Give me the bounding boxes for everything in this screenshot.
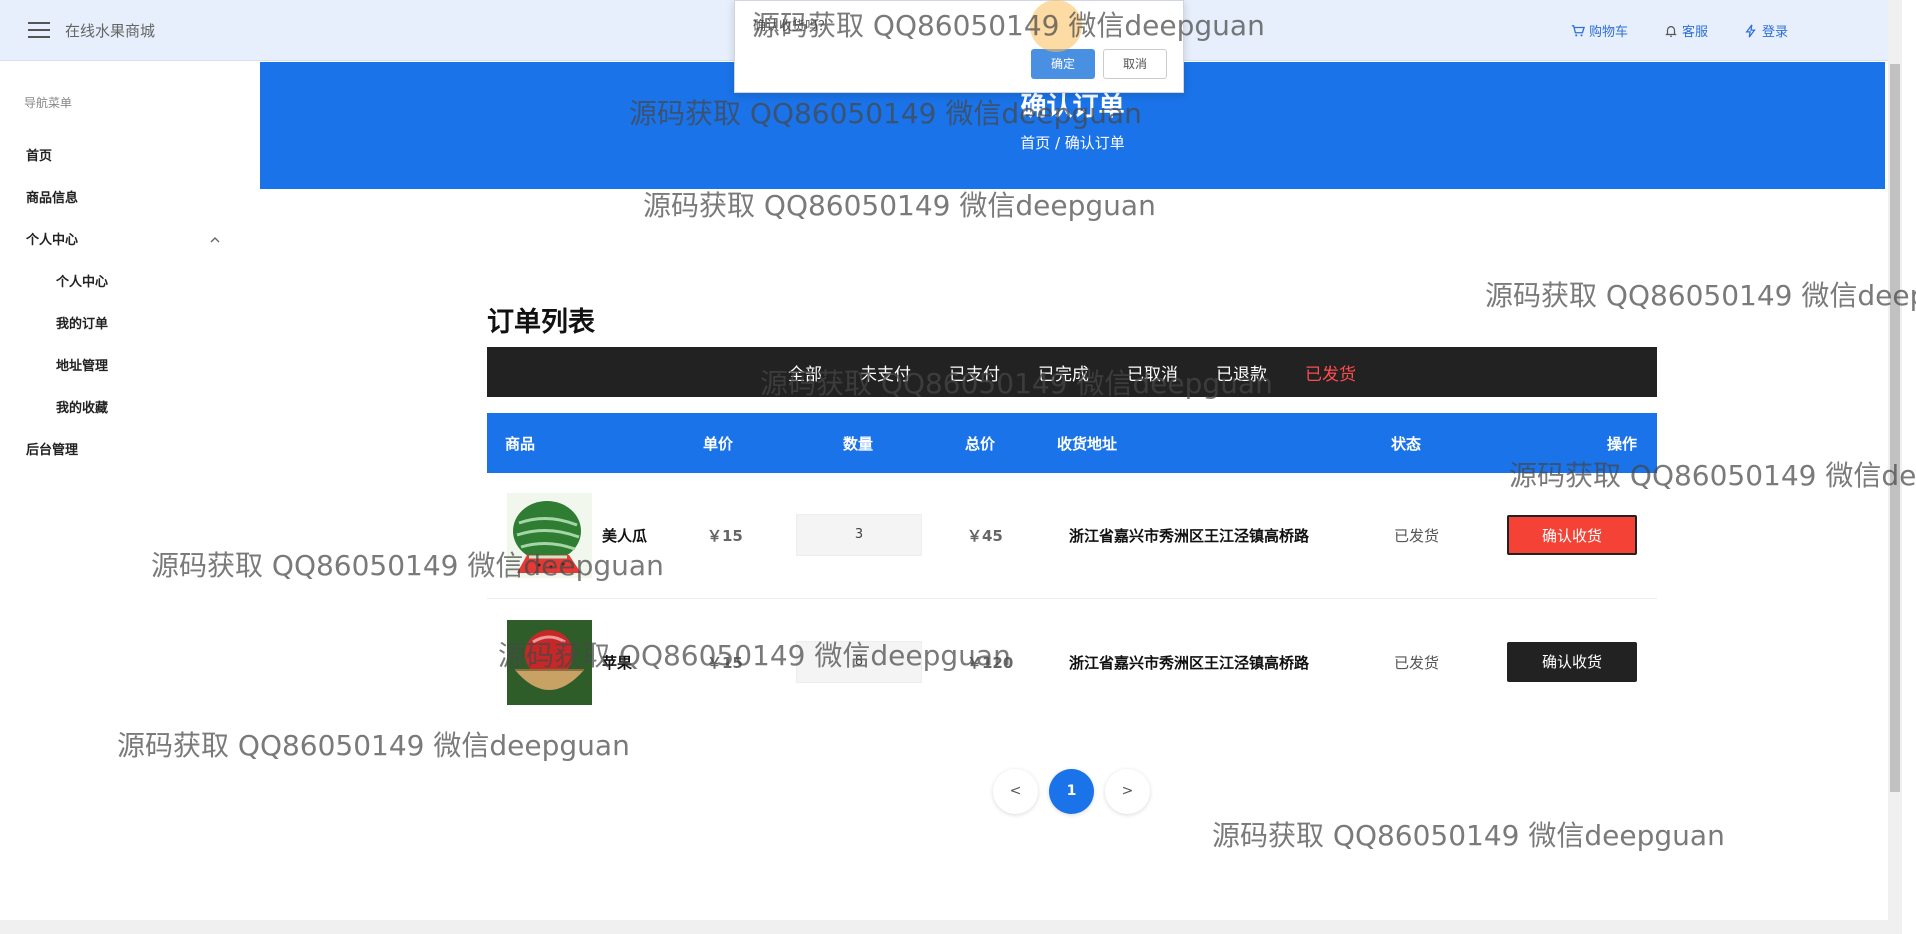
sidebar-item-personal-center[interactable]: 个人中心 — [26, 229, 78, 248]
top-links: 购物车 客服 登录 — [1571, 21, 1788, 40]
watermark-text: 源码获取 QQ86050149 微信deepguan — [643, 189, 1156, 222]
sidebar-item-products[interactable]: 商品信息 — [26, 187, 78, 206]
confirm-receipt-button[interactable]: 确认收货 — [1507, 515, 1637, 555]
sidebar-title: 导航菜单 — [24, 96, 73, 110]
tab-unpaid[interactable]: 未支付 — [860, 360, 911, 385]
confirm-dialog: 确认收货吗？ 确定 取消 — [734, 0, 1184, 93]
col-product: 商品 — [505, 435, 536, 453]
pagination-page-1[interactable]: 1 — [1049, 769, 1094, 814]
cart-icon — [1571, 24, 1585, 36]
table-row: 苹果 ￥15 8 ￥120 浙江省嘉兴市秀洲区王江泾镇高桥路 已发货 确认收货 — [487, 600, 1657, 726]
hamburger-menu-icon[interactable] — [28, 22, 50, 40]
tab-completed[interactable]: 已完成 — [1038, 360, 1089, 385]
order-status: 已发货 — [1394, 527, 1440, 545]
scrollbar-thumb[interactable] — [1890, 64, 1900, 792]
col-address: 收货地址 — [1057, 435, 1118, 453]
order-table-header: 商品 单价 数量 总价 收货地址 状态 操作 — [487, 413, 1657, 473]
dialog-ok-button[interactable]: 确定 — [1031, 49, 1095, 79]
sidebar-subitem-favorites[interactable]: 我的收藏 — [56, 397, 108, 416]
sidebar-item-home[interactable]: 首页 — [26, 145, 52, 164]
lightning-icon — [1745, 24, 1756, 37]
unit-price: ￥15 — [707, 654, 743, 672]
sidebar-item-admin[interactable]: 后台管理 — [26, 439, 78, 458]
order-status: 已发货 — [1394, 654, 1440, 672]
shipping-address: 浙江省嘉兴市秀洲区王江泾镇高桥路 — [1069, 527, 1310, 545]
col-total: 总价 — [965, 435, 996, 453]
dialog-cancel-button[interactable]: 取消 — [1103, 49, 1167, 79]
col-status: 状态 — [1391, 435, 1422, 453]
pagination-next-button[interactable]: > — [1105, 769, 1150, 814]
sidebar: 导航菜单 首页 商品信息 个人中心 个人中心 我的订单 地址管理 我的收藏 后台… — [0, 62, 260, 922]
login-link-label: 登录 — [1761, 25, 1788, 40]
tab-cancelled[interactable]: 已取消 — [1127, 360, 1178, 385]
table-row: 美人瓜 ￥15 3 ￥45 浙江省嘉兴市秀洲区王江泾镇高桥路 已发货 确认收货 — [487, 473, 1657, 599]
col-quantity: 数量 — [843, 435, 874, 453]
sidebar-subitem-my-orders[interactable]: 我的订单 — [56, 313, 108, 332]
unit-price: ￥15 — [707, 527, 743, 545]
cart-link-label: 购物车 — [1588, 25, 1628, 40]
tab-paid[interactable]: 已支付 — [949, 360, 1000, 385]
chevron-up-icon[interactable] — [210, 235, 220, 245]
breadcrumb[interactable]: 首页 / 确认订单 — [260, 132, 1885, 153]
sidebar-subitem-personal-center[interactable]: 个人中心 — [56, 271, 108, 290]
product-name: 苹果 — [602, 654, 633, 672]
fruit-bowl-image — [507, 620, 592, 705]
total-price: ￥45 — [967, 527, 1003, 545]
dialog-message: 确认收货吗？ — [753, 19, 832, 34]
quantity-field[interactable]: 3 — [796, 514, 922, 556]
sidebar-subitem-address[interactable]: 地址管理 — [56, 355, 108, 374]
tab-shipped[interactable]: 已发货 — [1305, 360, 1356, 385]
quantity-field[interactable]: 8 — [796, 641, 922, 683]
pagination-prev-button[interactable]: < — [993, 769, 1038, 814]
total-price: ￥120 — [967, 654, 1014, 672]
tab-refunded[interactable]: 已退款 — [1216, 360, 1267, 385]
col-action: 操作 — [1607, 435, 1638, 453]
col-unit-price: 单价 — [703, 435, 734, 453]
app-brand[interactable]: 在线水果商城 — [65, 20, 155, 41]
confirm-receipt-button[interactable]: 确认收货 — [1507, 642, 1637, 682]
vertical-scrollbar[interactable] — [1888, 0, 1902, 920]
watermark-text: 源码获取 QQ86050149 微信deepguan — [1212, 819, 1725, 852]
tab-all[interactable]: 全部 — [788, 360, 822, 385]
mouse-cursor-highlight — [1030, 0, 1082, 52]
order-list-title: 订单列表 — [487, 307, 595, 338]
login-link[interactable]: 登录 — [1744, 21, 1788, 40]
service-link-label: 客服 — [1681, 25, 1708, 40]
cart-link[interactable]: 购物车 — [1571, 21, 1628, 40]
bell-icon — [1665, 25, 1677, 37]
service-link[interactable]: 客服 — [1664, 21, 1708, 40]
watermelon-image — [507, 493, 592, 578]
product-name: 美人瓜 — [602, 527, 648, 545]
horizontal-scrollbar[interactable] — [0, 920, 1902, 934]
order-status-tabs: 全部 未支付 已支付 已完成 已取消 已退款 已发货 — [487, 347, 1657, 397]
shipping-address: 浙江省嘉兴市秀洲区王江泾镇高桥路 — [1069, 654, 1310, 672]
